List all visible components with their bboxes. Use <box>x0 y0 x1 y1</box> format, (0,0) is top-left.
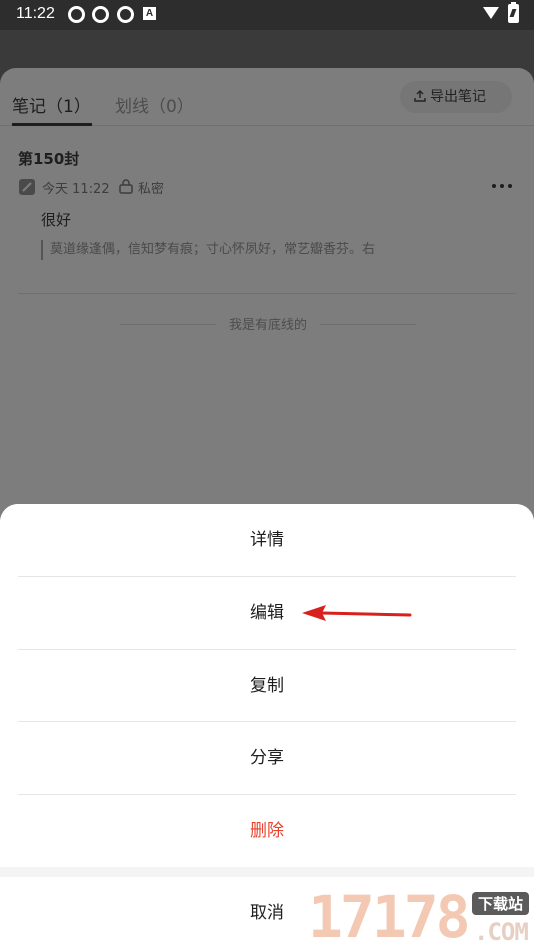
watermark: 17178 下载站 .COM <box>308 884 534 950</box>
watermark-tag: 下载站 <box>472 892 530 915</box>
watermark-number: 17178 <box>308 883 471 950</box>
privacy-label: 私密 <box>138 182 165 197</box>
export-icon <box>414 90 426 102</box>
tab-underlines[interactable]: 划线（0） <box>115 92 194 117</box>
export-notes-button[interactable]: 导出笔记 <box>400 81 512 113</box>
status-bar: 11:22 A <box>0 0 534 30</box>
tab-notes[interactable]: 笔记（1） <box>12 92 91 117</box>
more-options-icon[interactable] <box>492 184 514 190</box>
notification-icon <box>68 6 85 23</box>
note-title[interactable]: 第150封 <box>18 148 79 169</box>
note-quote: 莫道缘逢偶，信知梦有痕；寸心怀夙好，常艺瓣香芬。右 <box>41 240 421 260</box>
a-badge-icon: A <box>143 7 156 20</box>
end-line-right <box>320 324 416 325</box>
divider <box>18 293 516 294</box>
action-group: 详情 编辑 复制 分享 删除 <box>0 504 534 867</box>
lock-icon <box>119 179 133 194</box>
action-detail[interactable]: 详情 <box>0 504 534 576</box>
note-time: 今天 11:22 <box>42 182 110 197</box>
note-edit-icon <box>19 179 35 195</box>
battery-charging-icon <box>508 2 519 23</box>
action-edit[interactable]: 编辑 <box>0 577 534 649</box>
notification-icon <box>117 6 134 23</box>
action-share[interactable]: 分享 <box>0 722 534 794</box>
status-time: 11:22 <box>16 5 55 22</box>
wifi-icon <box>483 7 499 19</box>
note-body: 很好 <box>41 211 72 229</box>
action-copy[interactable]: 复制 <box>0 650 534 722</box>
tab-bar: 笔记（1） 划线（0） 导出笔记 <box>0 68 534 126</box>
annotation-arrow-icon <box>302 605 412 621</box>
export-notes-label: 导出笔记 <box>430 89 486 105</box>
watermark-domain: .COM <box>474 918 529 946</box>
active-tab-indicator <box>12 123 92 126</box>
end-of-list: 我是有底线的 <box>120 314 416 334</box>
notification-icon <box>92 6 109 23</box>
action-delete[interactable]: 删除 <box>0 795 534 867</box>
